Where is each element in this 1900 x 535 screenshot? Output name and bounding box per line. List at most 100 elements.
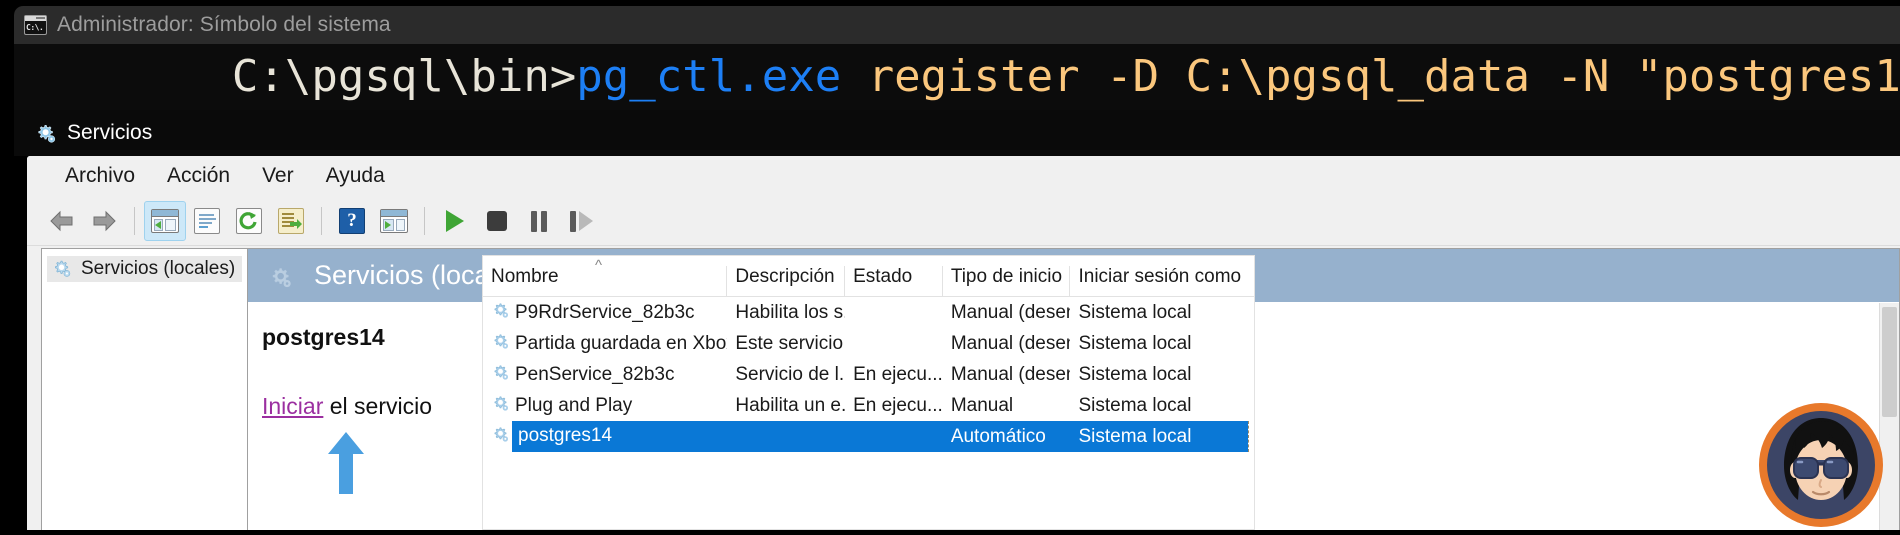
list-column-headers: ^ Nombre Descripción Estado Tipo de inic… bbox=[483, 256, 1254, 297]
cell-startup-type: Manual (desen... bbox=[950, 332, 1071, 354]
play-glyph bbox=[446, 210, 464, 232]
document-glyph bbox=[194, 208, 220, 234]
gear-icon bbox=[491, 332, 509, 356]
cell-description: Servicio de l... bbox=[735, 363, 846, 385]
gear-icon bbox=[491, 363, 509, 387]
cell-log-on-as: Sistema local bbox=[1078, 363, 1192, 385]
column-header-label: Descripción bbox=[735, 266, 835, 287]
cell-name: postgres14 bbox=[515, 422, 619, 451]
cell-status: En ejecu... bbox=[853, 394, 943, 416]
column-header-label: Estado bbox=[853, 266, 913, 287]
question-mark-glyph: ? bbox=[339, 208, 365, 234]
window-play-glyph bbox=[380, 209, 408, 233]
start-service-icon[interactable] bbox=[434, 201, 476, 241]
pause-service-icon[interactable] bbox=[518, 201, 560, 241]
table-row[interactable]: postgres14 Automático Sistema local bbox=[483, 421, 1254, 452]
help-icon[interactable]: ? bbox=[331, 201, 373, 241]
back-icon[interactable] bbox=[41, 201, 83, 241]
refresh-icon[interactable] bbox=[228, 201, 270, 241]
pause-glyph bbox=[530, 210, 548, 232]
column-header-nombre[interactable]: ^ Nombre bbox=[483, 257, 728, 296]
forward-icon[interactable] bbox=[83, 201, 125, 241]
sort-ascending-icon: ^ bbox=[595, 257, 603, 274]
menu-ver[interactable]: Ver bbox=[246, 161, 310, 191]
command-prompt-title: Administrador: Símbolo del sistema bbox=[57, 13, 391, 36]
show-hide-console-tree-icon[interactable] bbox=[144, 201, 186, 241]
table-row[interactable]: Plug and Play Habilita un e... En ejecu.… bbox=[483, 390, 1254, 421]
refresh-glyph bbox=[236, 208, 262, 234]
restart-glyph bbox=[569, 210, 593, 232]
menu-bar: Archivo Acción Ver Ayuda bbox=[27, 156, 1900, 197]
cell-description: Habilita un e... bbox=[735, 394, 846, 416]
pointer-up-arrow-annotation bbox=[328, 432, 364, 494]
column-header-estado[interactable]: Estado bbox=[845, 266, 943, 296]
cell-startup-type: Manual (desen... bbox=[950, 301, 1071, 323]
services-window-title: Servicios bbox=[67, 121, 153, 144]
cell-name: Partida guardada en Xbox Li... bbox=[515, 332, 727, 354]
cell-log-on-as: Sistema local bbox=[1078, 301, 1192, 323]
sidebar-item-label: Servicios (locales) bbox=[81, 258, 236, 279]
sidebar-item-servicios-locales[interactable]: Servicios (locales) bbox=[47, 256, 242, 282]
command-prompt-titlebar[interactable]: C:\. Administrador: Símbolo del sistema bbox=[14, 6, 1900, 44]
screenshot-root: C:\. Administrador: Símbolo del sistema … bbox=[0, 0, 1900, 530]
properties-icon[interactable] bbox=[186, 201, 228, 241]
cmd-prompt-path: C:\pgsql\bin> bbox=[231, 51, 577, 102]
export-glyph bbox=[278, 208, 304, 234]
toolbar-separator bbox=[134, 207, 135, 235]
cell-name: P9RdrService_82b3c bbox=[515, 301, 695, 323]
export-list-icon[interactable] bbox=[270, 201, 312, 241]
webcam-avatar bbox=[1756, 400, 1886, 530]
cell-description: Este servicio ... bbox=[735, 332, 845, 354]
toolbar-separator bbox=[321, 207, 322, 235]
show-action-pane-icon[interactable] bbox=[373, 201, 415, 241]
menu-accion[interactable]: Acción bbox=[151, 161, 246, 191]
menu-ayuda[interactable]: Ayuda bbox=[310, 161, 401, 191]
cmd-arguments: register -D C:\pgsql_data -N "postgres14… bbox=[841, 51, 1900, 102]
toolbar: ? bbox=[27, 197, 1900, 246]
table-row[interactable]: PenService_82b3c Servicio de l... En eje… bbox=[483, 359, 1254, 390]
column-header-descripcion[interactable]: Descripción bbox=[727, 266, 846, 296]
column-header-label: Iniciar sesión como bbox=[1078, 266, 1242, 287]
gear-icon bbox=[34, 122, 56, 144]
column-header-iniciar-sesion-como[interactable]: Iniciar sesión como bbox=[1070, 266, 1254, 296]
cell-status: En ejecu... bbox=[853, 363, 943, 385]
table-row[interactable]: Partida guardada en Xbox Li... Este serv… bbox=[483, 328, 1254, 359]
cell-log-on-as: Sistema local bbox=[1078, 332, 1192, 354]
console-tree-pane: Servicios (locales) bbox=[41, 248, 248, 530]
forward-arrow-glyph bbox=[93, 210, 116, 232]
cell-name: PenService_82b3c bbox=[515, 363, 675, 385]
stop-glyph bbox=[487, 211, 507, 231]
cell-startup-type: Manual (desen... bbox=[950, 363, 1071, 385]
gear-icon bbox=[268, 265, 291, 287]
cell-log-on-as: Sistema local bbox=[1078, 425, 1192, 447]
list-rows: P9RdrService_82b3c Habilita los s... Man… bbox=[483, 297, 1254, 452]
cell-name: Plug and Play bbox=[515, 394, 633, 416]
menu-archivo[interactable]: Archivo bbox=[49, 161, 151, 191]
gear-icon bbox=[491, 301, 509, 325]
cell-description: Habilita los s... bbox=[735, 301, 845, 323]
service-action-rest: el servicio bbox=[323, 393, 433, 419]
cell-startup-type: Manual bbox=[950, 394, 1014, 416]
toolbar-separator bbox=[424, 207, 425, 235]
back-arrow-glyph bbox=[50, 210, 73, 232]
gear-icon bbox=[491, 394, 509, 418]
gear-icon bbox=[491, 425, 509, 449]
services-titlebar[interactable]: Servicios bbox=[14, 110, 1900, 156]
cmd-executable: pg_ctl.exe bbox=[576, 51, 842, 102]
cell-log-on-as: Sistema local bbox=[1078, 394, 1192, 416]
command-line: C:\pgsql\bin>pg_ctl.exe register -D C:\p… bbox=[20, 44, 1900, 110]
column-header-tipo-de-inicio[interactable]: Tipo de inicio bbox=[943, 266, 1071, 296]
window-pane-glyph bbox=[151, 209, 179, 233]
services-list-view: ^ Nombre Descripción Estado Tipo de inic… bbox=[482, 255, 1255, 530]
column-header-label: Nombre bbox=[491, 266, 559, 287]
cmd-icon: C:\. bbox=[24, 15, 47, 35]
restart-service-icon[interactable] bbox=[560, 201, 602, 241]
table-row[interactable]: P9RdrService_82b3c Habilita los s... Man… bbox=[483, 297, 1254, 328]
command-prompt-body[interactable]: C:\pgsql\bin>pg_ctl.exe register -D C:\p… bbox=[14, 44, 1900, 110]
column-header-label: Tipo de inicio bbox=[950, 266, 1063, 287]
cell-startup-type: Automático bbox=[950, 425, 1046, 447]
start-service-link[interactable]: Iniciar bbox=[262, 393, 323, 419]
command-prompt-window: C:\. Administrador: Símbolo del sistema … bbox=[14, 6, 1900, 110]
stop-service-icon[interactable] bbox=[476, 201, 518, 241]
gear-icon bbox=[51, 258, 73, 280]
